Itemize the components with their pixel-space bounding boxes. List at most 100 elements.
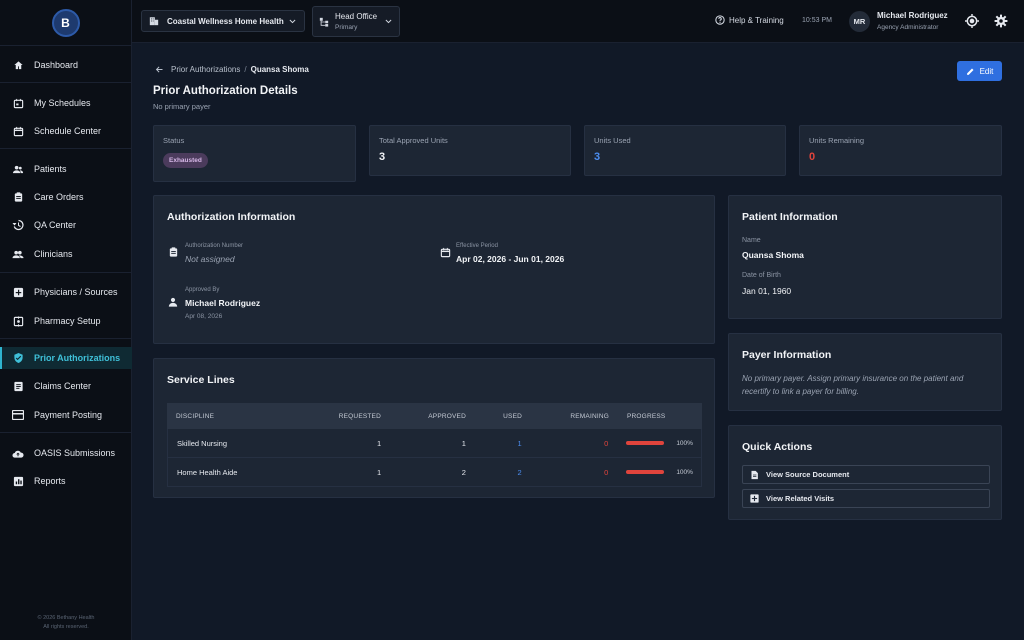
calendar-icon bbox=[12, 125, 24, 137]
sidebar-item-prior-authorizations[interactable]: Prior Authorizations bbox=[0, 347, 132, 369]
user-info[interactable]: Michael Rodriguez Agency Administrator bbox=[877, 11, 948, 31]
edit-button[interactable]: Edit bbox=[957, 61, 1002, 81]
payer-info-card: Payer Information No primary payer. Assi… bbox=[728, 333, 1002, 411]
sidebar-item-claims-center[interactable]: Claims Center bbox=[0, 375, 132, 397]
units-used-card: Units Used 3 bbox=[584, 125, 786, 176]
section-title: Authorization Information bbox=[167, 211, 296, 223]
view-source-document-button[interactable]: View Source Document bbox=[742, 465, 990, 484]
brightness-icon[interactable] bbox=[965, 14, 979, 28]
page-subtitle: No primary payer bbox=[153, 102, 211, 111]
sidebar-item-schedule-center[interactable]: Schedule Center bbox=[0, 120, 132, 142]
cell-progress: 100% bbox=[608, 469, 701, 476]
table-row: Skilled Nursing 1 1 1 0 100% bbox=[167, 429, 702, 458]
sidebar-item-label: Payment Posting bbox=[34, 410, 103, 420]
patient-name-label: Name bbox=[742, 237, 761, 244]
sidebar-item-label: Care Orders bbox=[34, 192, 84, 202]
current-time: 10:53 PM bbox=[802, 17, 832, 24]
table-header: Discipline Requested Approved Used Remai… bbox=[167, 403, 702, 429]
arrow-left-icon[interactable] bbox=[155, 65, 164, 74]
document-icon bbox=[750, 470, 759, 480]
help-training-link[interactable]: Help & Training bbox=[715, 15, 784, 25]
approved-by-label: Approved By bbox=[185, 287, 220, 293]
sidebar-item-label: Clinicians bbox=[34, 249, 73, 259]
pencil-icon bbox=[966, 67, 975, 76]
sidebar: B Dashboard My Schedules Schedule Center… bbox=[0, 0, 132, 640]
sidebar-item-label: Reports bbox=[34, 476, 66, 486]
person-icon bbox=[168, 297, 180, 309]
cell-discipline: Home Health Aide bbox=[177, 467, 238, 477]
history-icon bbox=[12, 219, 24, 231]
cell-used: 2 bbox=[517, 467, 522, 477]
sidebar-item-label: Physicians / Sources bbox=[34, 287, 118, 297]
user-name: Michael Rodriguez bbox=[877, 11, 948, 20]
calendar-icon bbox=[440, 247, 452, 259]
total-approved-value: 3 bbox=[379, 151, 386, 163]
hierarchy-icon bbox=[319, 17, 329, 27]
cell-used: 1 bbox=[517, 438, 522, 448]
cell-discipline: Skilled Nursing bbox=[177, 438, 228, 448]
units-used-value: 3 bbox=[594, 151, 601, 163]
cell-progress: 100% bbox=[608, 440, 701, 447]
authorization-info-card: Authorization Information Authorization … bbox=[153, 195, 715, 344]
help-circle-icon bbox=[715, 15, 725, 25]
sidebar-item-patients[interactable]: Patients bbox=[0, 158, 132, 180]
clipboard-icon bbox=[12, 191, 24, 203]
status-card: Status Exhausted bbox=[153, 125, 356, 182]
authorization-number-label: Authorization Number bbox=[185, 243, 244, 249]
logo-area: B bbox=[0, 0, 131, 46]
chevron-down-icon bbox=[384, 17, 393, 26]
sidebar-item-my-schedules[interactable]: My Schedules bbox=[0, 92, 132, 114]
user-role: Agency Administrator bbox=[877, 24, 939, 31]
total-approved-card: Total Approved Units 3 bbox=[369, 125, 571, 176]
view-related-visits-button[interactable]: View Related Visits bbox=[742, 489, 990, 508]
cell-remaining: 0 bbox=[604, 467, 609, 477]
cell-remaining: 0 bbox=[604, 438, 609, 448]
plus-box-icon bbox=[750, 494, 759, 503]
patient-info-card: Patient Information Name Quansa Shoma Da… bbox=[728, 195, 1002, 319]
edit-label: Edit bbox=[979, 66, 994, 76]
group-icon bbox=[12, 248, 24, 260]
section-title: Payer Information bbox=[742, 349, 832, 361]
sidebar-item-clinicians[interactable]: Clinicians bbox=[0, 243, 132, 265]
breadcrumb-parent-link[interactable]: Prior Authorizations bbox=[171, 65, 240, 74]
sidebar-item-payment-posting[interactable]: Payment Posting bbox=[0, 404, 132, 426]
topbar: Coastal Wellness Home Health Head Office… bbox=[132, 0, 1024, 43]
sidebar-item-pharmacy-setup[interactable]: Pharmacy Setup bbox=[0, 310, 132, 332]
app-logo[interactable]: B bbox=[51, 8, 80, 37]
sidebar-item-label: Dashboard bbox=[34, 60, 79, 70]
organization-select[interactable]: Coastal Wellness Home Health bbox=[141, 10, 305, 32]
sidebar-item-physicians-sources[interactable]: Physicians / Sources bbox=[0, 281, 132, 303]
sidebar-item-care-orders[interactable]: Care Orders bbox=[0, 186, 132, 208]
avatar[interactable]: MR bbox=[849, 11, 870, 32]
section-title: Quick Actions bbox=[742, 441, 813, 453]
gear-icon[interactable] bbox=[994, 14, 1008, 28]
column-header-remaining: Remaining bbox=[570, 412, 609, 420]
sidebar-item-oasis-submissions[interactable]: OASIS Submissions bbox=[0, 442, 132, 464]
cell-approved: 2 bbox=[461, 467, 466, 477]
progress-bar bbox=[626, 470, 665, 474]
office-select[interactable]: Head Office Primary bbox=[312, 6, 400, 37]
plus-box-icon bbox=[12, 286, 24, 298]
view-source-label: View Source Document bbox=[766, 470, 850, 479]
sidebar-item-label: Pharmacy Setup bbox=[34, 316, 101, 326]
credit-card-icon bbox=[12, 409, 24, 421]
dob-value: Jan 01, 1960 bbox=[742, 286, 792, 296]
cell-approved: 1 bbox=[461, 438, 466, 448]
total-approved-label: Total Approved Units bbox=[379, 136, 448, 145]
sidebar-item-dashboard[interactable]: Dashboard bbox=[0, 54, 132, 76]
office-type: Primary bbox=[335, 24, 358, 31]
settings-grid-icon bbox=[12, 315, 24, 327]
column-header-progress: Progress bbox=[627, 412, 666, 420]
sidebar-item-qa-center[interactable]: QA Center bbox=[0, 214, 132, 236]
help-label: Help & Training bbox=[729, 15, 784, 25]
sidebar-item-reports[interactable]: Reports bbox=[0, 470, 132, 492]
breadcrumb-current: Quansa Shoma bbox=[250, 65, 309, 74]
office-name: Head Office bbox=[335, 12, 378, 21]
units-used-label: Units Used bbox=[594, 136, 631, 145]
building-icon bbox=[149, 16, 159, 26]
column-header-used: Used bbox=[503, 412, 522, 420]
view-visits-label: View Related Visits bbox=[766, 494, 835, 503]
column-header-discipline: Discipline bbox=[176, 412, 215, 420]
breadcrumb-separator: / bbox=[244, 65, 247, 74]
table-row: Home Health Aide 1 2 2 0 100% bbox=[167, 458, 702, 487]
